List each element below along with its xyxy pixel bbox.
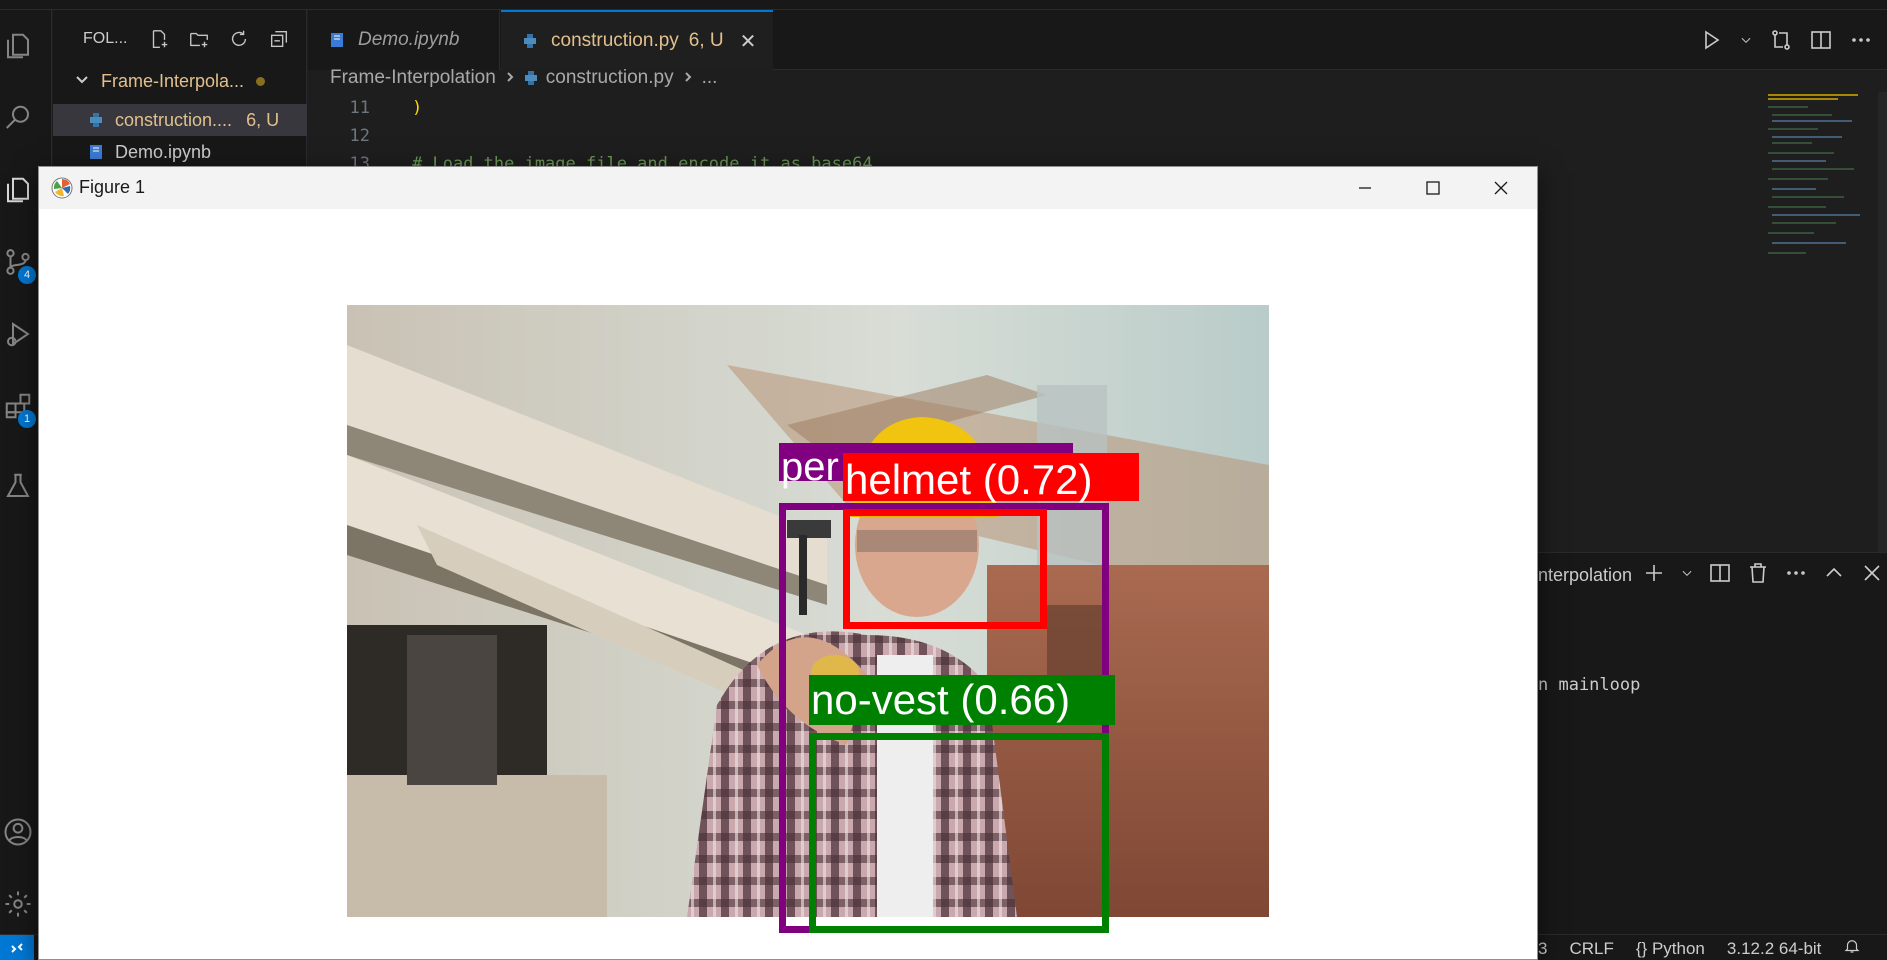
source-control-badge: 4: [18, 266, 36, 284]
notebook-file-icon: [331, 33, 343, 47]
line-number: 12: [349, 126, 370, 146]
folder-frame-interpolation[interactable]: Frame-Interpola...: [53, 64, 307, 98]
breadcrumb-symbol[interactable]: ...: [702, 67, 718, 89]
explorer-title: FOL...: [83, 30, 128, 47]
chevron-right-icon: [682, 67, 694, 89]
title-bar: [0, 0, 1887, 10]
folder-name: Frame-Interpola...: [101, 70, 245, 91]
chevron-down-icon[interactable]: [1680, 561, 1694, 589]
trash-icon[interactable]: [1746, 561, 1770, 589]
compare-changes-icon[interactable]: [1769, 28, 1793, 56]
new-file-icon[interactable]: [143, 24, 175, 54]
code-line: 11 ): [308, 94, 1758, 122]
remote-icon: [11, 943, 23, 953]
testing-flask-icon[interactable]: [0, 466, 36, 506]
line-text: ): [412, 98, 423, 118]
python-file-icon: [524, 71, 537, 85]
figure-window: Figure 1 per helmet (0.72) no-vest (0.66…: [38, 166, 1538, 960]
python-file-icon: [524, 34, 536, 48]
helmet-bounding-box: [843, 509, 1047, 629]
new-folder-icon[interactable]: [183, 24, 215, 54]
more-actions-icon[interactable]: [1849, 28, 1873, 56]
chevron-right-icon: [504, 67, 516, 89]
file-name: construction....: [115, 109, 233, 130]
tab-demo-ipynb[interactable]: Demo.ipynb: [308, 10, 500, 70]
breadcrumb: Frame-Interpolation construction.py ...: [330, 64, 717, 92]
tab-label: construction.py: [551, 30, 679, 51]
helmet-label: helmet (0.72): [845, 456, 1093, 503]
breadcrumb-file[interactable]: construction.py: [546, 67, 674, 89]
terminal-panel: nterpolation n mainloop: [1538, 552, 1887, 934]
explorer-header: FOL...: [53, 24, 307, 54]
close-panel-icon[interactable]: [1860, 561, 1884, 589]
add-terminal-icon[interactable]: [1642, 561, 1666, 589]
tab-label: Demo.ipynb: [358, 29, 460, 50]
refresh-icon[interactable]: [223, 24, 255, 54]
close-tab-icon[interactable]: ✕: [740, 29, 757, 54]
run-icon[interactable]: [1699, 28, 1723, 56]
matplotlib-logo-icon: [51, 177, 73, 199]
modified-dot-icon: [256, 76, 266, 86]
maximize-panel-icon[interactable]: [1822, 561, 1846, 589]
account-icon[interactable]: [0, 812, 36, 852]
breadcrumb-folder[interactable]: Frame-Interpolation: [330, 67, 496, 89]
extensions-badge: 1: [18, 410, 36, 428]
explorer-files-icon[interactable]: [0, 26, 36, 66]
status-language[interactable]: {} Python: [1636, 939, 1705, 959]
editor-scrollbar[interactable]: [1878, 92, 1887, 552]
terminal-output: n mainloop: [1538, 675, 1641, 695]
tab-status: 6, U: [688, 30, 724, 51]
maximize-window-icon[interactable]: [1399, 167, 1467, 209]
split-editor-icon[interactable]: [1809, 28, 1833, 56]
status-line-ending[interactable]: CRLF: [1569, 939, 1613, 959]
person-label: per: [781, 445, 839, 489]
status-interpreter[interactable]: 3.12.2 64-bit: [1727, 939, 1822, 959]
no-vest-bounding-box: [809, 733, 1109, 933]
vscode-window: 4 1 FOL... Frame-Interpola... constructi…: [0, 0, 1887, 960]
minimap[interactable]: [1762, 92, 1874, 552]
figure-title: Figure 1: [79, 177, 146, 197]
terminal-title[interactable]: nterpolation: [1538, 565, 1632, 586]
chevron-down-icon[interactable]: [1739, 28, 1753, 56]
figure-titlebar[interactable]: Figure 1: [39, 167, 1537, 209]
line-number: 11: [349, 98, 370, 118]
status-item[interactable]: 3: [1538, 939, 1547, 959]
run-debug-icon[interactable]: [0, 314, 36, 354]
file-item-construction[interactable]: construction.... 6, U: [53, 104, 307, 136]
more-actions-icon[interactable]: [1784, 561, 1808, 589]
explorer-icon-active[interactable]: [0, 170, 36, 210]
collapse-all-icon[interactable]: [263, 24, 295, 54]
no-vest-label: no-vest (0.66): [811, 676, 1071, 723]
search-icon[interactable]: [0, 98, 36, 138]
python-file-icon: [90, 113, 102, 127]
tab-construction-py[interactable]: construction.py 6, U ✕: [501, 10, 773, 70]
editor-tabs: Demo.ipynb construction.py 6, U ✕: [308, 10, 1887, 70]
file-name: Demo.ipynb: [115, 141, 212, 162]
file-item-demo[interactable]: Demo.ipynb: [53, 136, 307, 168]
minimize-window-icon[interactable]: [1331, 167, 1399, 209]
code-editor[interactable]: 11 ) 12 13 # Load the image file and enc…: [308, 94, 1758, 174]
remote-indicator[interactable]: [0, 935, 34, 960]
split-terminal-icon[interactable]: [1708, 561, 1732, 589]
chevron-down-icon: [75, 71, 89, 92]
file-status-badge: 6, U: [246, 109, 280, 130]
notebook-file-icon: [90, 145, 102, 159]
settings-gear-icon[interactable]: [0, 884, 36, 924]
code-line: 12: [308, 122, 1758, 150]
notifications-bell-icon[interactable]: [1843, 937, 1861, 960]
close-window-icon[interactable]: [1467, 167, 1535, 209]
